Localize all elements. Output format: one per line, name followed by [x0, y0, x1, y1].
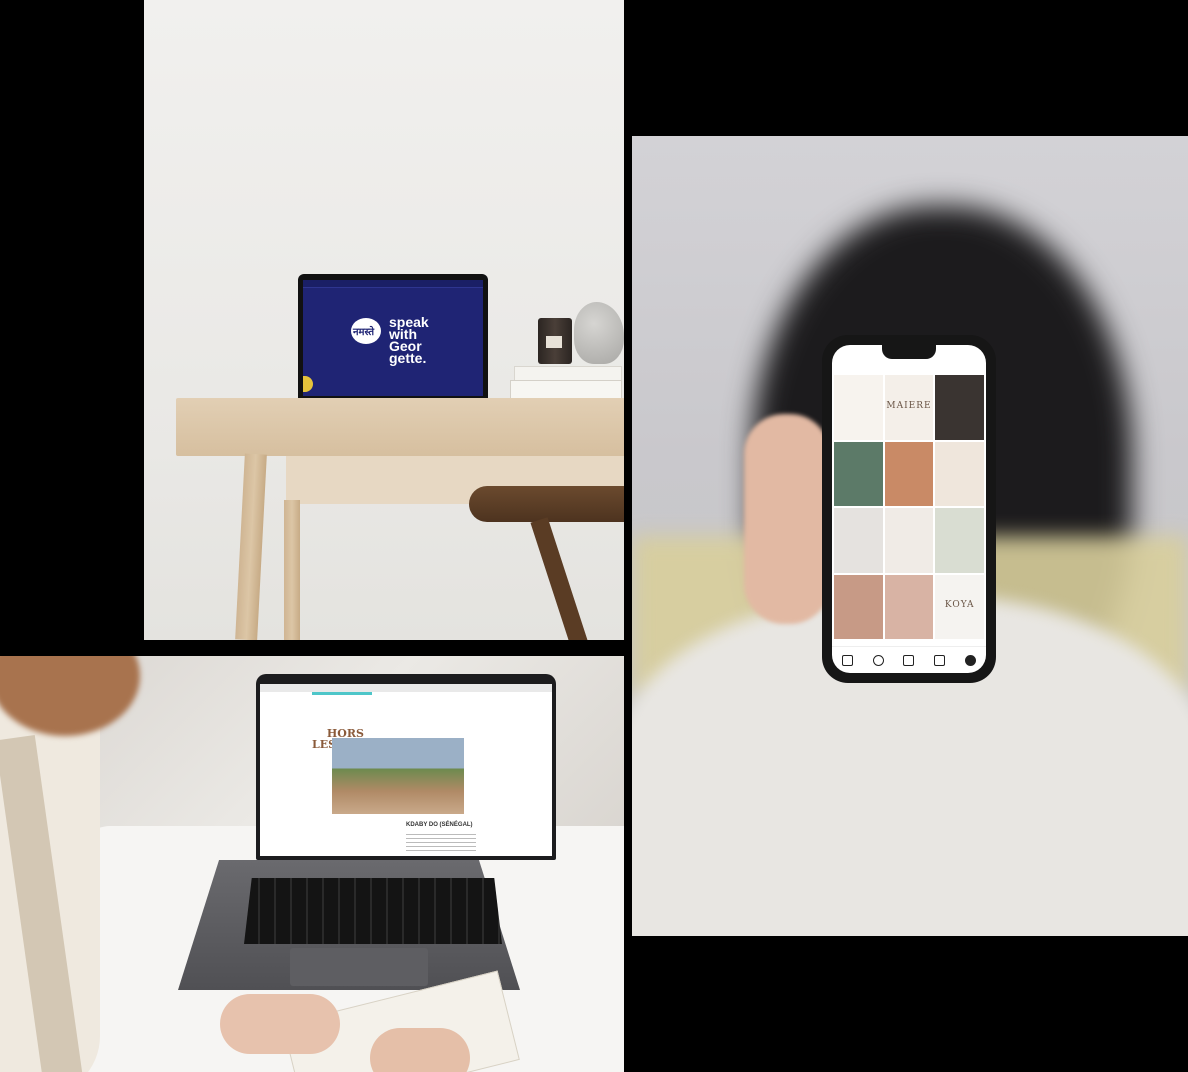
trackpad: [290, 948, 428, 986]
shop-icon: [934, 654, 946, 666]
laptop-woman-photo: HORS LES MURS KDABY DO (SÉNÉGAL): [0, 656, 624, 1072]
hand: [220, 994, 340, 1054]
hindi-greeting: नमस्ते: [353, 327, 375, 338]
grid-tile: MAIERE: [884, 375, 934, 440]
browser-toolbar: [260, 684, 552, 692]
hero-image: [332, 738, 464, 814]
home-icon: [841, 654, 853, 666]
decor-stone: [574, 302, 624, 364]
desk-photo: नमस्ते speak with Geor gette.: [144, 0, 624, 640]
laptop-screen: HORS LES MURS KDABY DO (SÉNÉGAL): [256, 674, 556, 860]
grid-tile: [884, 574, 934, 639]
grid-tile: [884, 441, 934, 506]
hand: [370, 1028, 470, 1072]
grid-tile: [884, 508, 934, 573]
decor-shape: [303, 376, 313, 392]
app-tab-bar: [832, 646, 986, 673]
grid-tile: [935, 375, 984, 440]
grid-tile: [834, 574, 883, 639]
reels-icon: [903, 654, 915, 666]
hand: [744, 414, 830, 624]
grid-tile: [834, 508, 883, 573]
smartphone: MAIERE KOYA: [822, 335, 996, 683]
grid-tile: [834, 441, 883, 506]
website-navbar: [303, 280, 483, 288]
headline: speak with Geor gette.: [389, 314, 429, 366]
desk-leg: [284, 500, 300, 640]
profile-icon: [965, 654, 977, 666]
grid-tile: [834, 375, 883, 440]
desk-leg: [235, 453, 267, 640]
desk: [176, 398, 624, 456]
search-icon: [872, 654, 884, 666]
keyboard: [244, 878, 502, 944]
laptop-screen: नमस्ते speak with Geor gette.: [298, 274, 488, 400]
grid-tile: [935, 441, 984, 506]
grid-tile: KOYA: [935, 574, 984, 639]
article-title: KDABY DO (SÉNÉGAL): [406, 822, 473, 828]
candle-jar: [538, 318, 572, 364]
phone-photo: MAIERE KOYA: [632, 136, 1188, 936]
instagram-grid: MAIERE KOYA: [834, 375, 984, 639]
grid-tile: [935, 508, 984, 573]
